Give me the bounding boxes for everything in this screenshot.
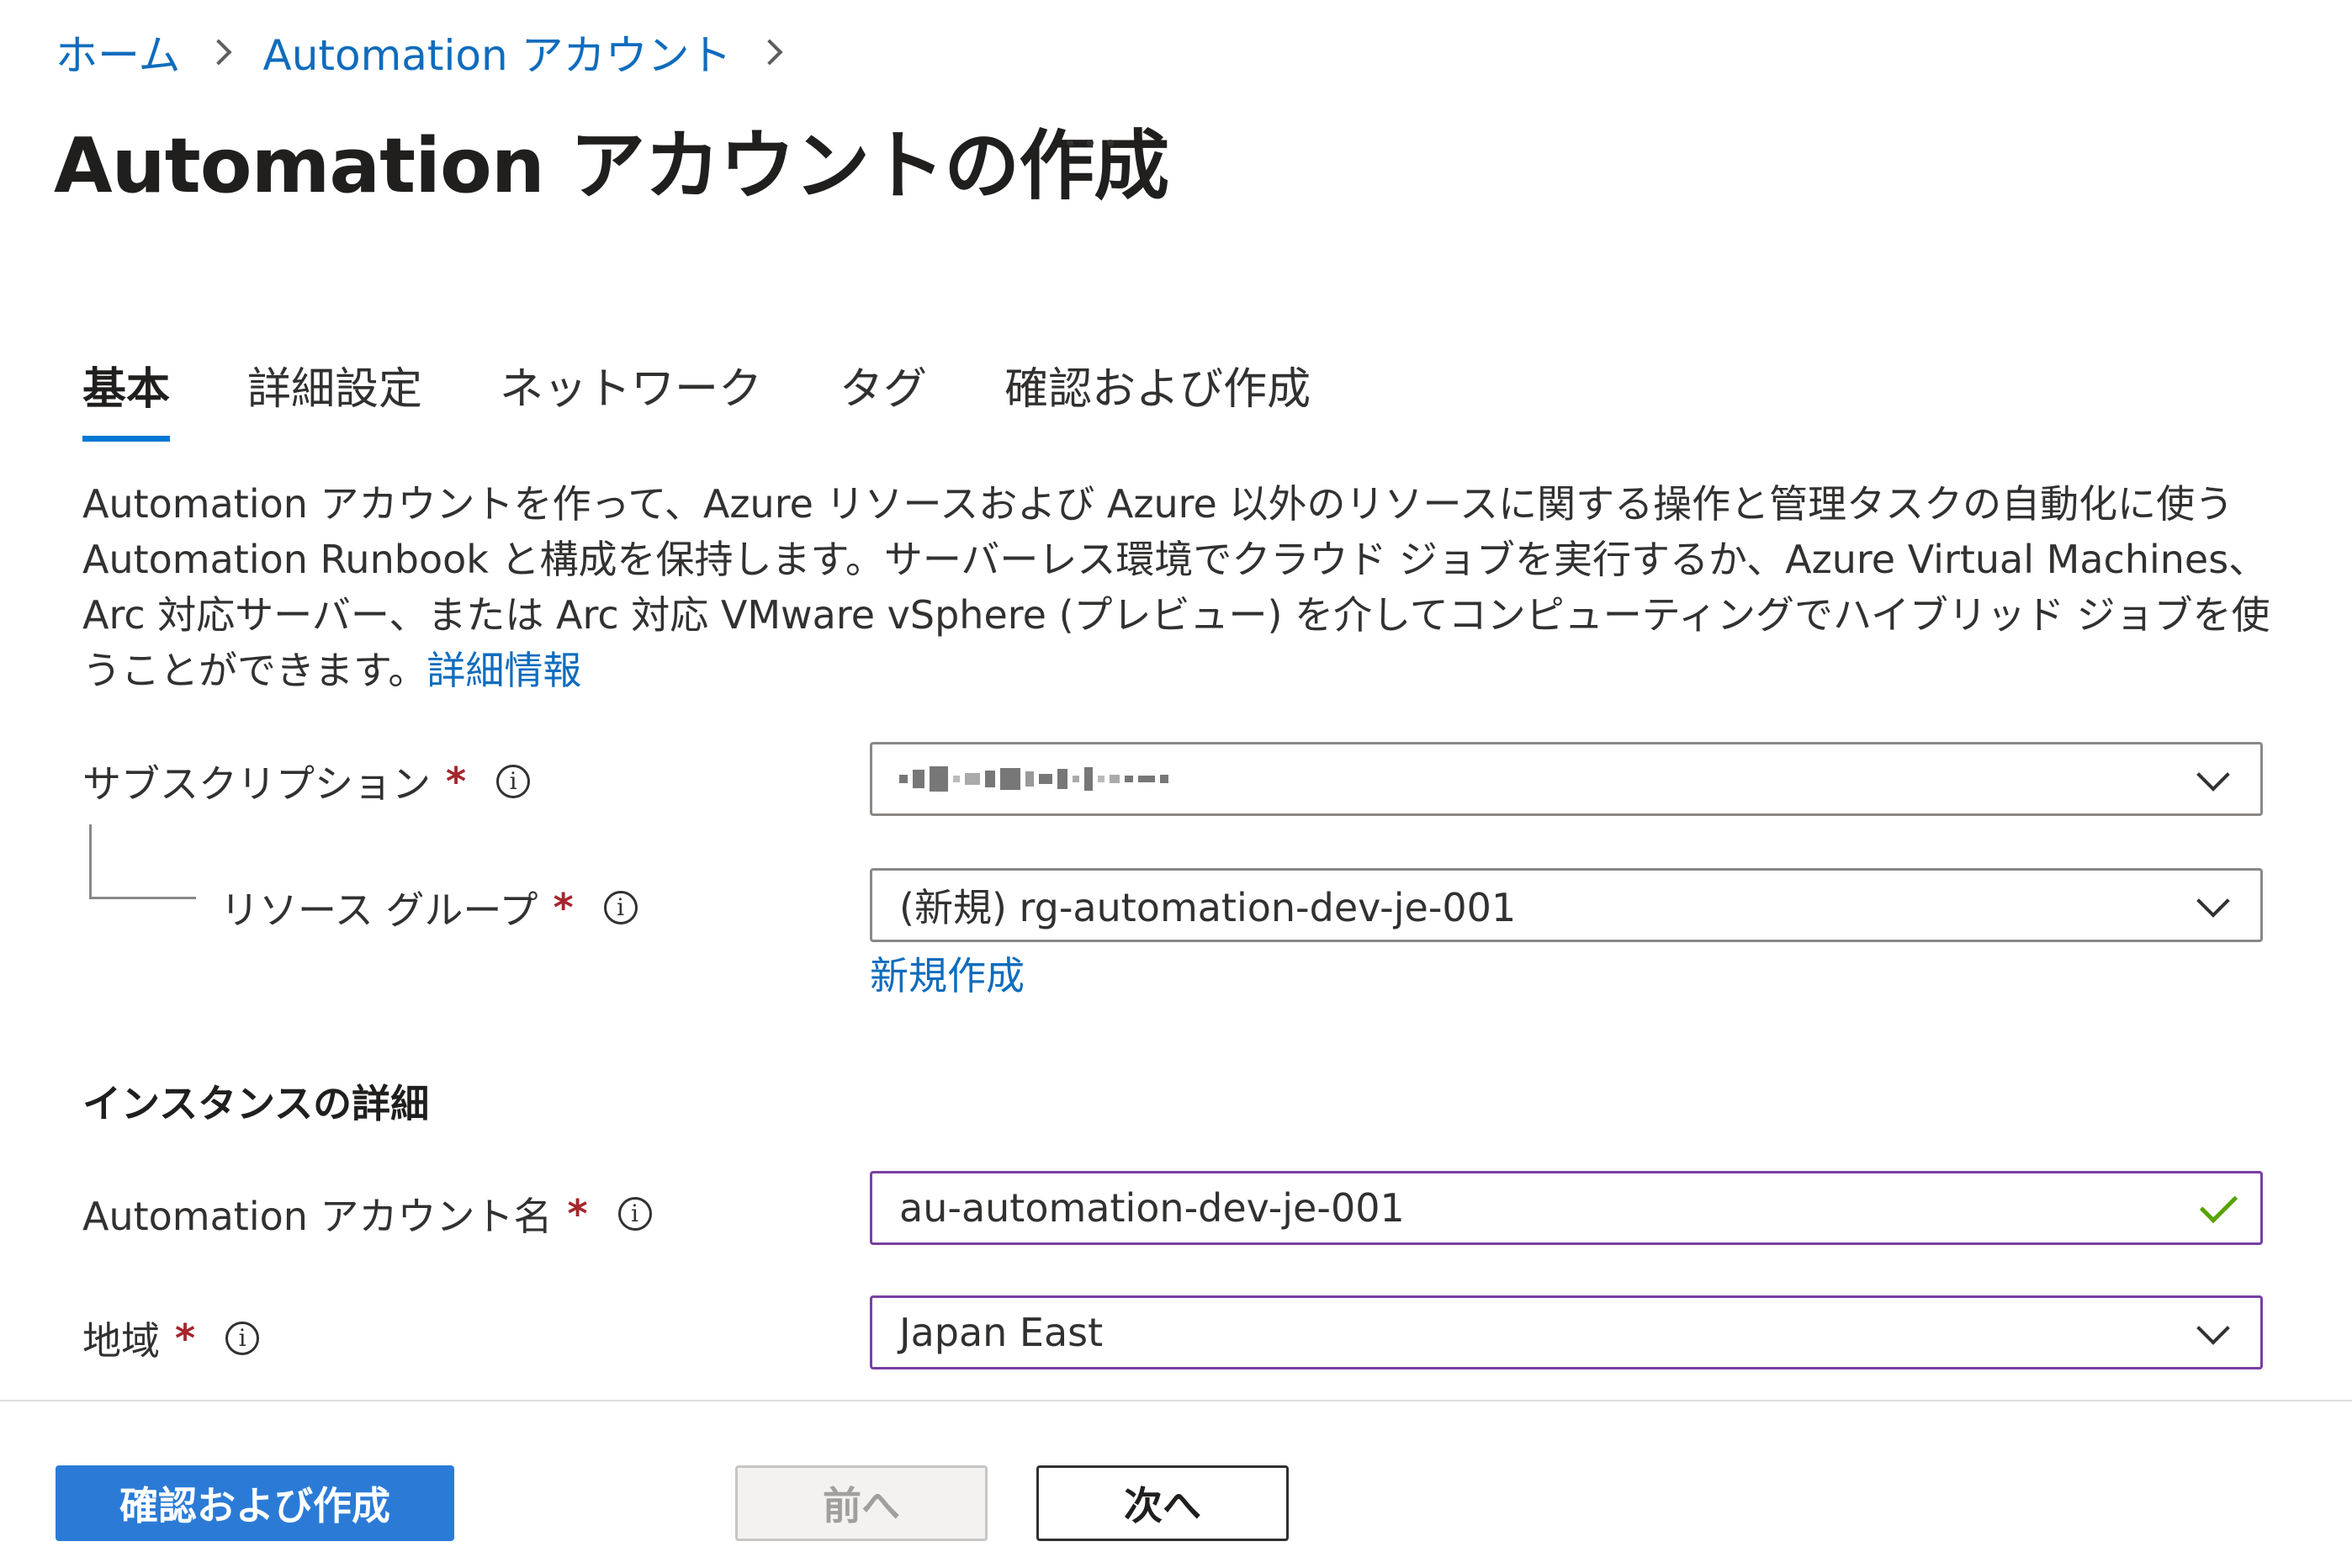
region-label: 地域 * i [82, 1311, 260, 1366]
tab-bar: 基本 詳細設定 ネットワーク タグ 確認および作成 [82, 353, 1388, 442]
tab-tags[interactable]: タグ [840, 353, 927, 442]
chevron-down-icon [2196, 1311, 2230, 1345]
page-title: Automation アカウントの作成 [54, 122, 1169, 210]
required-asterisk: * [567, 1191, 588, 1237]
tab-advanced[interactable]: 詳細設定 [247, 353, 422, 442]
checkmark-icon [2199, 1184, 2238, 1224]
subscription-dropdown[interactable] [870, 742, 2263, 816]
region-label-text: 地域 [82, 1318, 160, 1364]
info-icon[interactable]: i [496, 765, 531, 798]
tree-connector [89, 824, 196, 899]
chevron-down-icon [2196, 758, 2230, 792]
chevron-down-icon [2196, 884, 2230, 918]
tab-basics[interactable]: 基本 [82, 353, 171, 442]
more-horizontal-icon [1067, 140, 1073, 146]
instance-details-heading: インスタンスの詳細 [82, 1081, 430, 1126]
subscription-label: サブスクリプション * i [82, 754, 531, 809]
more-options-button[interactable] [1067, 126, 1114, 160]
account-name-label: Automation アカウント名 * i [82, 1186, 652, 1242]
previous-button[interactable]: 前へ [735, 1465, 988, 1541]
resource-group-label-text: リソース グループ [220, 887, 538, 933]
next-button[interactable]: 次へ [1036, 1465, 1289, 1541]
resource-group-label: リソース グループ * i [220, 880, 638, 935]
required-asterisk: * [553, 885, 574, 930]
more-horizontal-icon-dot [1087, 140, 1094, 146]
resource-group-value: (新規) rg-automation-dev-je-001 [899, 885, 1517, 930]
description-text: Automation アカウントを作って、Azure リソースおよび Azure… [82, 481, 2270, 693]
learn-more-link[interactable]: 詳細情報 [426, 648, 581, 693]
region-dropdown[interactable]: Japan East [870, 1295, 2263, 1369]
subscription-label-text: サブスクリプション [82, 761, 431, 807]
chevron-right-icon [756, 39, 783, 66]
region-value: Japan East [899, 1310, 1104, 1355]
footer-divider [0, 1400, 2352, 1401]
tab-networking[interactable]: ネットワーク [500, 353, 762, 442]
breadcrumb-home-link[interactable]: ホーム [56, 22, 181, 82]
info-icon[interactable]: i [617, 1197, 652, 1231]
info-icon[interactable]: i [225, 1322, 260, 1355]
required-asterisk: * [446, 759, 467, 804]
breadcrumb-automation-accounts-link[interactable]: Automation アカウント [263, 22, 732, 82]
page-description: Automation アカウントを作って、Azure リソースおよび Azure… [82, 476, 2278, 698]
tab-review-create[interactable]: 確認および作成 [1004, 353, 1311, 442]
more-horizontal-icon-dot [1107, 140, 1114, 146]
account-name-label-text: Automation アカウント名 [82, 1194, 553, 1239]
resource-group-dropdown[interactable]: (新規) rg-automation-dev-je-001 [870, 868, 2263, 942]
subscription-value-redacted [899, 766, 1168, 792]
breadcrumb: ホーム Automation アカウント [56, 22, 814, 82]
account-name-input[interactable]: au-automation-dev-je-001 [870, 1171, 2263, 1245]
review-create-button[interactable]: 確認および作成 [56, 1465, 454, 1541]
chevron-right-icon [204, 39, 232, 66]
create-new-resource-group-link[interactable]: 新規作成 [870, 946, 1025, 1001]
required-asterisk: * [175, 1316, 196, 1361]
info-icon[interactable]: i [603, 891, 638, 924]
account-name-value: au-automation-dev-je-001 [899, 1185, 1405, 1231]
